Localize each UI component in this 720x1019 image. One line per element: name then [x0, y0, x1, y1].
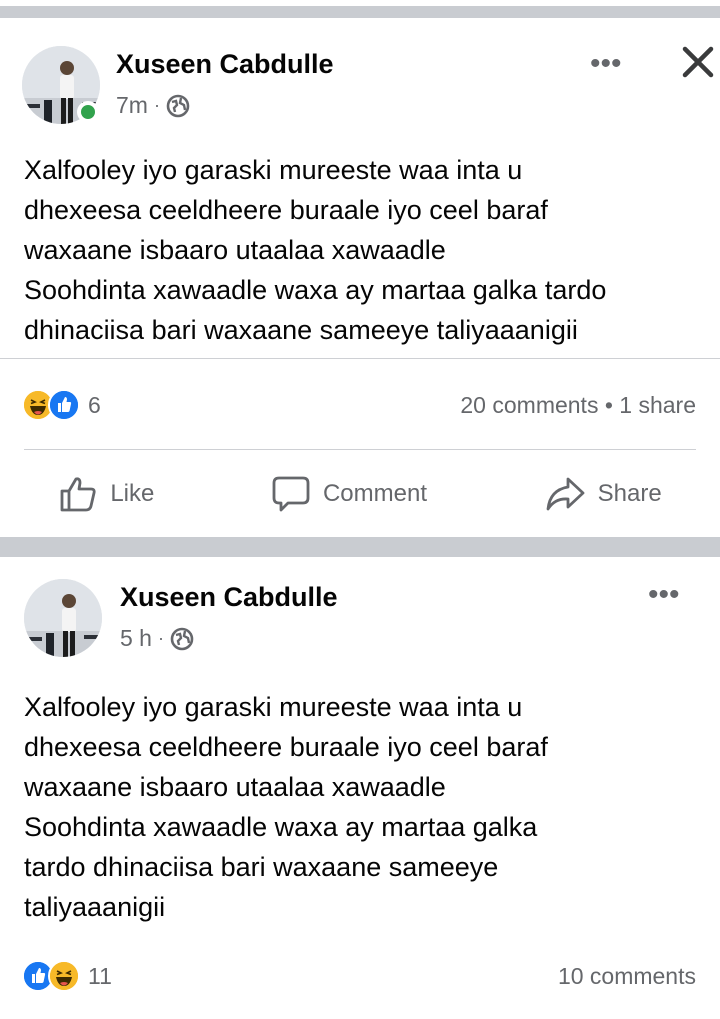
post-author[interactable]: Xuseen Cabdulle — [120, 582, 338, 613]
post-text-line: taliyaaanigii — [24, 892, 166, 922]
comment-label: Comment — [322, 480, 427, 507]
meta-separator: · — [157, 628, 164, 648]
post-meta: 5 h · — [120, 625, 194, 652]
reactions-summary[interactable]: 6 — [22, 389, 101, 421]
meta-separator: · — [153, 95, 160, 115]
reaction-count: 11 — [88, 962, 112, 989]
post-time[interactable]: 5 h — [120, 625, 152, 652]
share-button[interactable]: Share — [544, 474, 662, 514]
reactions-summary[interactable]: 11 — [22, 960, 112, 992]
share-label: Share — [597, 480, 662, 507]
more-options-button[interactable]: ••• — [590, 49, 622, 79]
close-icon[interactable] — [680, 44, 716, 80]
reaction-count: 6 — [88, 391, 101, 418]
post-text-line: Soohdinta xawaadle waxa ay martaa galka … — [24, 275, 607, 305]
post-text-line: Soohdinta xawaadle waxa ay martaa galka — [24, 812, 538, 842]
post-text-line: waxaane isbaaro utaalaa xawaadle — [24, 772, 446, 802]
comment-bubble-icon — [272, 476, 310, 512]
post-actions-bar: Like Comment Share — [0, 451, 720, 537]
post-author[interactable]: Xuseen Cabdulle — [116, 49, 334, 80]
haha-reaction-icon — [48, 960, 80, 992]
like-label: Like — [110, 480, 155, 507]
comment-button[interactable]: Comment — [271, 474, 427, 514]
post-text-line: dhexeesa ceeldheere buraale iyo ceel bar… — [24, 732, 548, 762]
online-status-dot — [77, 101, 99, 123]
globe-icon — [170, 627, 194, 651]
post-card: Xuseen Cabdulle 5 h · ••• Xalfooley iyo … — [0, 557, 720, 1019]
more-options-button[interactable]: ••• — [648, 580, 680, 610]
post-text-line: dhexeesa ceeldheere buraale iyo ceel bar… — [24, 195, 548, 225]
globe-icon — [166, 94, 190, 118]
share-arrow-icon — [546, 477, 585, 511]
feed-separator — [0, 537, 720, 557]
post-text-line: Xalfooley iyo garaski mureeste waa inta … — [24, 155, 523, 185]
post-text-line: waxaane isbaaro utaalaa xawaadle — [24, 235, 446, 265]
post-text-line: dhinaciisa bari waxaane sameeye taliyaaa… — [24, 315, 578, 345]
divider — [0, 358, 720, 359]
post-text: Xalfooley iyo garaski mureeste waa inta … — [24, 687, 548, 927]
thumbs-up-icon — [60, 477, 96, 512]
post-text-line: tardo dhinaciisa bari waxaane sameeye — [24, 852, 499, 882]
divider — [24, 449, 696, 450]
post-meta: 7m · — [116, 92, 190, 119]
feed-separator — [0, 0, 720, 22]
post-time[interactable]: 7m — [116, 92, 148, 119]
like-button[interactable]: Like — [58, 474, 154, 514]
like-reaction-icon — [48, 389, 80, 421]
avatar[interactable] — [24, 579, 102, 657]
post-text-line: Xalfooley iyo garaski mureeste waa inta … — [24, 692, 523, 722]
post-text: Xalfooley iyo garaski mureeste waa inta … — [24, 150, 606, 350]
comments-count[interactable]: 10 comments — [558, 963, 696, 990]
comments-shares-count[interactable]: 20 comments • 1 share — [460, 392, 696, 419]
post-card: Xuseen Cabdulle 7m · ••• Xalfooley iyo g… — [0, 22, 720, 537]
